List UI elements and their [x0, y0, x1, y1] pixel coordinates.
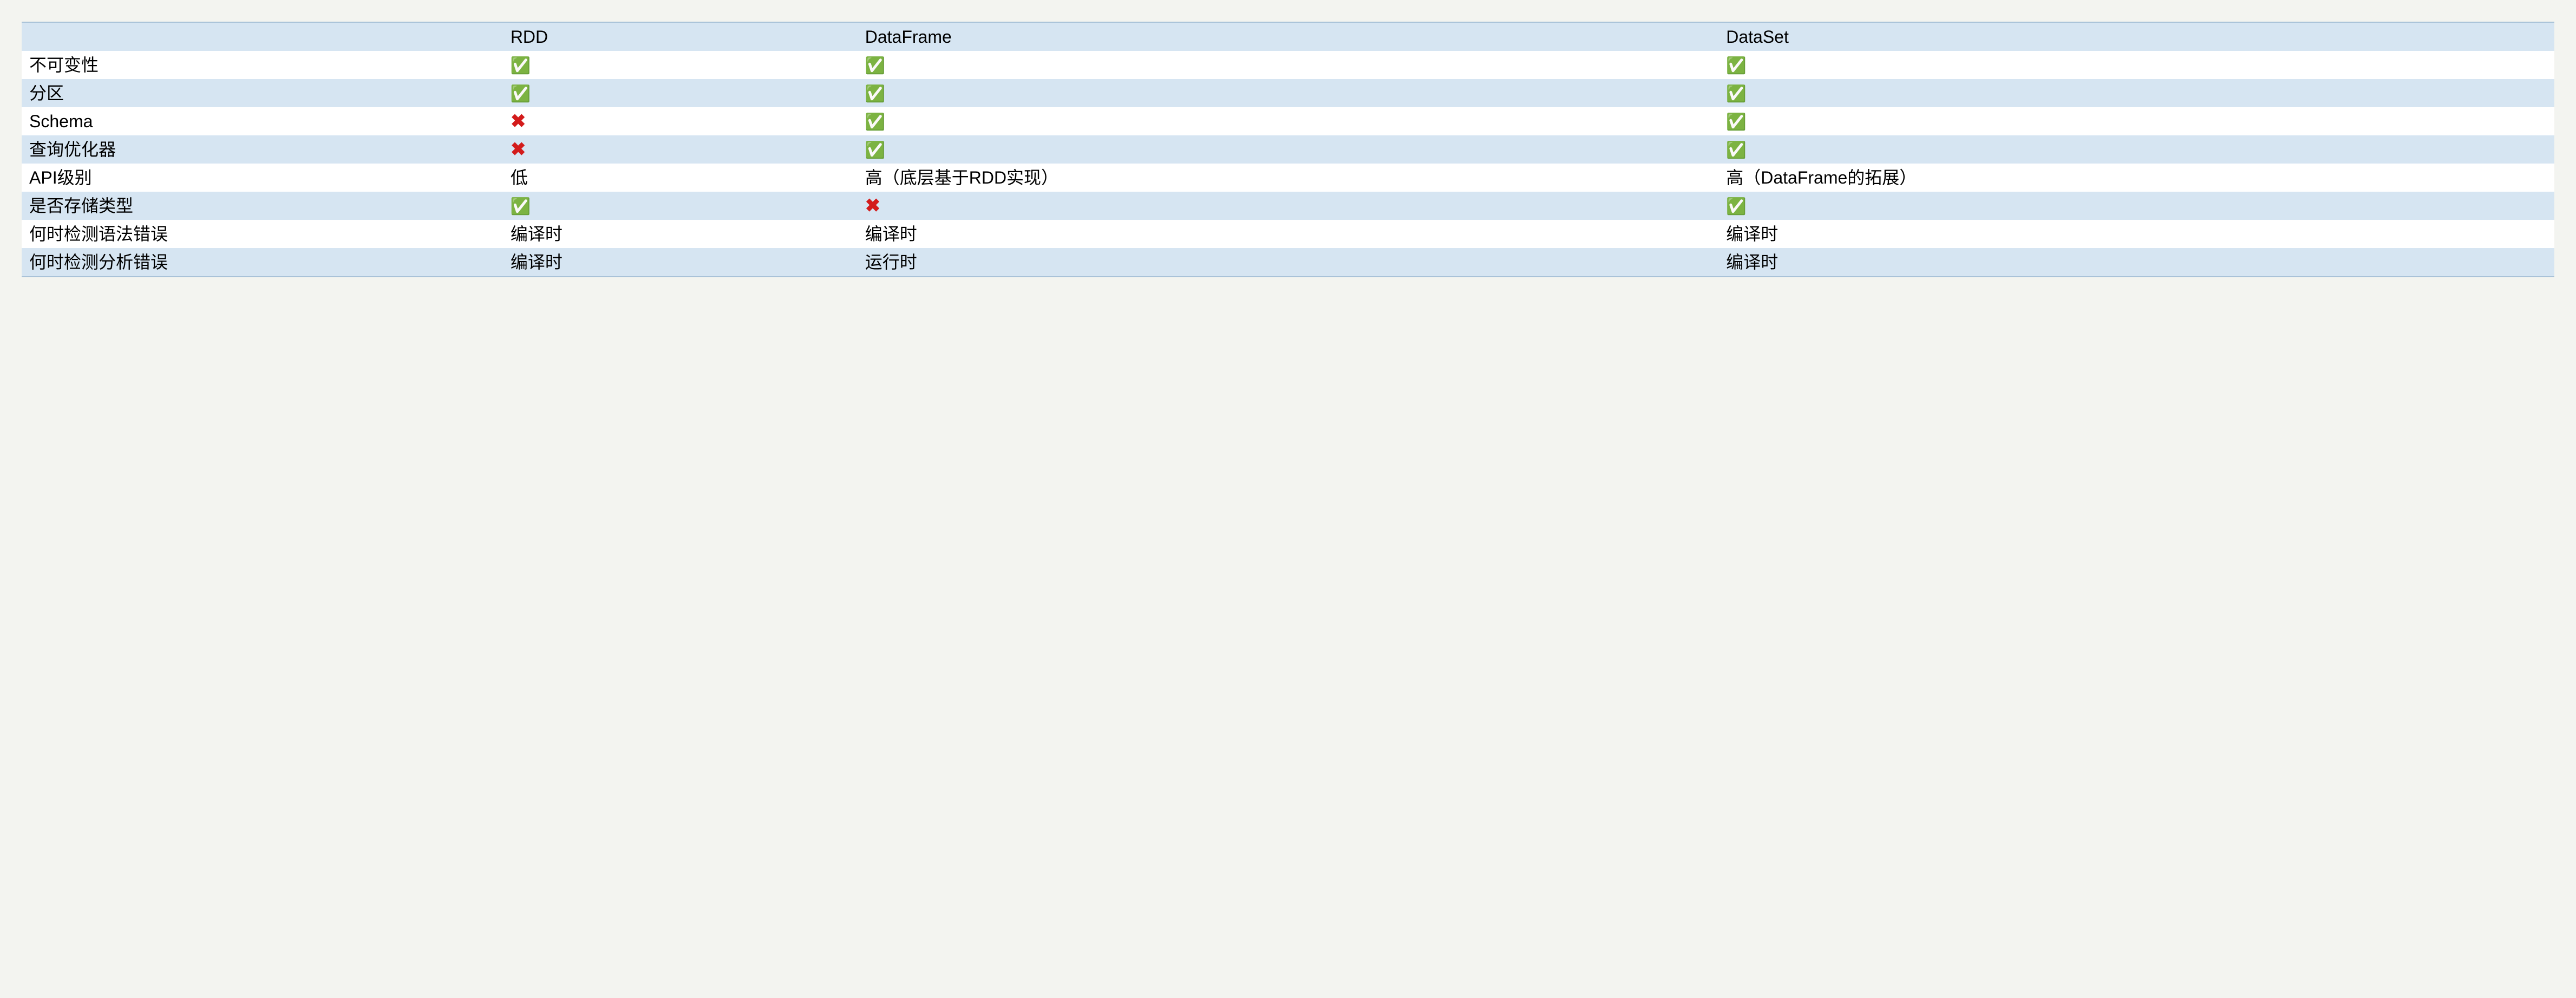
header-rdd: RDD: [503, 22, 858, 51]
row-label: 是否存储类型: [22, 192, 503, 220]
check-icon: ✅: [1726, 58, 1746, 74]
check-icon: ✅: [511, 58, 531, 74]
check-icon: ✅: [511, 86, 531, 102]
table-cell: ✅: [858, 135, 1719, 164]
table-row: Schema ✖ ✅ ✅: [22, 107, 2554, 135]
header-dataframe: DataFrame: [858, 22, 1719, 51]
check-icon: ✅: [1726, 199, 1746, 215]
row-label: 何时检测语法错误: [22, 220, 503, 248]
row-label: API级别: [22, 164, 503, 192]
table-cell: ✅: [503, 79, 858, 107]
row-label: 何时检测分析错误: [22, 248, 503, 277]
table-row: API级别低高（底层基于RDD实现）高（DataFrame的拓展）: [22, 164, 2554, 192]
table-cell: ✖: [503, 135, 858, 164]
table-row: 是否存储类型 ✅ ✖ ✅: [22, 192, 2554, 220]
comparison-table: RDD DataFrame DataSet 不可变性✅✅✅分区✅✅✅Schema…: [22, 22, 2554, 277]
check-icon: ✅: [865, 142, 885, 159]
row-label: 查询优化器: [22, 135, 503, 164]
table-cell: ✅: [858, 79, 1719, 107]
table-cell: ✅: [503, 51, 858, 79]
table-header-row: RDD DataFrame DataSet: [22, 22, 2554, 51]
table-cell: 高（DataFrame的拓展）: [1718, 164, 2554, 192]
table-row: 查询优化器 ✖ ✅ ✅: [22, 135, 2554, 164]
table-cell: ✅: [1718, 107, 2554, 135]
table-row: 何时检测分析错误编译时运行时编译时: [22, 248, 2554, 277]
table-cell: ✅: [858, 51, 1719, 79]
row-label: Schema: [22, 107, 503, 135]
cross-icon: ✖: [865, 197, 881, 215]
table-cell: 运行时: [858, 248, 1719, 277]
cross-icon: ✖: [511, 140, 526, 159]
table-cell: 编译时: [503, 220, 858, 248]
header-blank: [22, 22, 503, 51]
table-cell: 低: [503, 164, 858, 192]
table-cell: 编译时: [503, 248, 858, 277]
check-icon: ✅: [865, 58, 885, 74]
table-cell: ✅: [503, 192, 858, 220]
table-cell: ✅: [1718, 79, 2554, 107]
cross-icon: ✖: [511, 112, 526, 131]
table-cell: ✅: [1718, 135, 2554, 164]
table-cell: 高（底层基于RDD实现）: [858, 164, 1719, 192]
check-icon: ✅: [1726, 142, 1746, 159]
table-cell: 编译时: [858, 220, 1719, 248]
table-row: 不可变性 ✅ ✅ ✅: [22, 51, 2554, 79]
table-cell: ✅: [1718, 192, 2554, 220]
table-row: 分区 ✅ ✅ ✅: [22, 79, 2554, 107]
row-label: 分区: [22, 79, 503, 107]
table-cell: ✖: [503, 107, 858, 135]
table-cell: ✖: [858, 192, 1719, 220]
table-row: 何时检测语法错误编译时编译时编译时: [22, 220, 2554, 248]
header-dataset: DataSet: [1718, 22, 2554, 51]
table-cell: ✅: [858, 107, 1719, 135]
check-icon: ✅: [865, 86, 885, 102]
table-cell: 编译时: [1718, 220, 2554, 248]
table-cell: ✅: [1718, 51, 2554, 79]
check-icon: ✅: [1726, 86, 1746, 102]
check-icon: ✅: [511, 199, 531, 215]
check-icon: ✅: [865, 114, 885, 131]
check-icon: ✅: [1726, 114, 1746, 131]
row-label: 不可变性: [22, 51, 503, 79]
table-cell: 编译时: [1718, 248, 2554, 277]
